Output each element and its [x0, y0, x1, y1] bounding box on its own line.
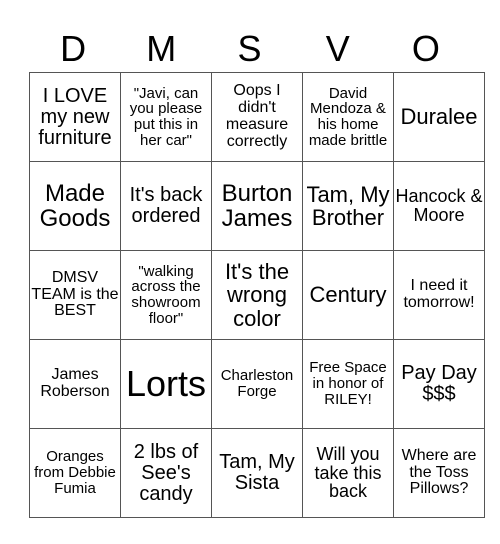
- bingo-cell[interactable]: "walking across the showroom floor": [120, 250, 212, 340]
- bingo-cell[interactable]: Oops I didn't measure correctly: [211, 72, 303, 162]
- header-letter-d: D: [60, 28, 87, 69]
- bingo-cell[interactable]: It's back ordered: [120, 161, 212, 251]
- bingo-header: D M S V O: [29, 26, 470, 72]
- bingo-cell[interactable]: Hancock & Moore: [393, 161, 485, 251]
- bingo-cell[interactable]: Oranges from Debbie Fumia: [29, 428, 121, 518]
- bingo-grid: I LOVE my new furniture "Javi, can you p…: [29, 72, 485, 518]
- bingo-cell[interactable]: James Roberson: [29, 339, 121, 429]
- bingo-cell[interactable]: I LOVE my new furniture: [29, 72, 121, 162]
- header-letter-s: S: [237, 28, 262, 69]
- bingo-cell[interactable]: Tam, My Brother: [302, 161, 394, 251]
- bingo-cell[interactable]: Charleston Forge: [211, 339, 303, 429]
- bingo-cell[interactable]: DMSV TEAM is the BEST: [29, 250, 121, 340]
- bingo-cell[interactable]: David Mendoza & his home made brittle: [302, 72, 394, 162]
- bingo-cell[interactable]: Free Space in honor of RILEY!: [302, 339, 394, 429]
- bingo-cell[interactable]: "Javi, can you please put this in her ca…: [120, 72, 212, 162]
- grid-row: DMSV TEAM is the BEST "walking across th…: [29, 250, 485, 340]
- bingo-cell[interactable]: 2 lbs of See's candy: [120, 428, 212, 518]
- grid-row: Made Goods It's back ordered Burton Jame…: [29, 161, 485, 251]
- bingo-cell[interactable]: Where are the Toss Pillows?: [393, 428, 485, 518]
- grid-row: I LOVE my new furniture "Javi, can you p…: [29, 72, 485, 162]
- bingo-cell[interactable]: I need it tomorrow!: [393, 250, 485, 340]
- bingo-cell[interactable]: Tam, My Sista: [211, 428, 303, 518]
- bingo-cell[interactable]: Will you take this back: [302, 428, 394, 518]
- header-letter-o: O: [411, 28, 440, 69]
- header-letter-v: V: [325, 28, 350, 69]
- bingo-cell[interactable]: Made Goods: [29, 161, 121, 251]
- grid-row: James Roberson Lorts Charleston Forge Fr…: [29, 339, 485, 429]
- bingo-cell[interactable]: Pay Day $$$: [393, 339, 485, 429]
- header-letter-m: M: [146, 28, 177, 69]
- bingo-cell[interactable]: Lorts: [120, 339, 212, 429]
- bingo-cell[interactable]: Century: [302, 250, 394, 340]
- grid-row: Oranges from Debbie Fumia 2 lbs of See's…: [29, 428, 485, 518]
- bingo-cell[interactable]: Duralee: [393, 72, 485, 162]
- bingo-cell[interactable]: Burton James: [211, 161, 303, 251]
- bingo-cell[interactable]: It's the wrong color: [211, 250, 303, 340]
